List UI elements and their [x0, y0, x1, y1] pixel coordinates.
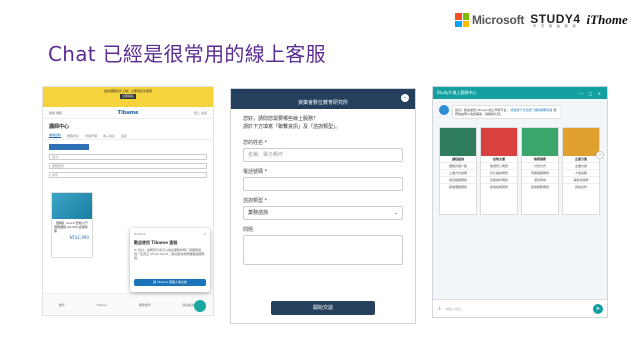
- partner-logos: Microsoft STUDY4 學 習 網 絡 服 務 iThome: [455, 10, 628, 30]
- slide-title: Chat 已經是很常用的線上客服: [48, 42, 326, 66]
- prechat-form-window: 資策會數位教育研究所 – 您好，請問您需要哪些線上服務？ 請於下方填寫「聯繫資訊…: [230, 88, 416, 324]
- search-field[interactable]: 搜尋: [49, 154, 207, 160]
- chat-popup-header: iThome ✕: [134, 232, 206, 236]
- phone-label: 電話號碼 *: [243, 169, 268, 175]
- tab[interactable]: 講師資料: [49, 133, 62, 138]
- service-card[interactable]: 帳務服務 付款方式 發票相關問題 退款申請 其他帳務問題: [521, 127, 559, 215]
- site-footer: 關於 Tibame 服務條款 隱私權政策: [43, 293, 213, 315]
- bot-message: 您好！歡迎來到 Study4 線上學習平台， 請選擇下方您想了解的服務項目 我們…: [433, 99, 607, 119]
- carousel-next-icon[interactable]: ›: [596, 151, 604, 159]
- ithome-logo: iThome: [586, 12, 628, 27]
- prechat-intro: 您好，請問您需要哪些線上服務？ 請於下方填寫「聯繫資訊」及「諮詢類型」。: [243, 116, 341, 130]
- microsoft-grid-icon: [455, 13, 469, 27]
- course-price: NT$1,990: [69, 235, 89, 240]
- service-option[interactable]: 退款申請: [522, 176, 558, 183]
- service-option[interactable]: 其他帳務問題: [522, 183, 558, 190]
- chat-app-titlebar: Study4 線上客服中心 — □ ✕: [433, 87, 607, 99]
- message-link[interactable]: 請選擇下方您想了解的服務項目: [510, 108, 552, 112]
- service-option[interactable]: 發票相關問題: [522, 169, 558, 176]
- chat-launcher-icon[interactable]: [194, 300, 206, 312]
- promo-banner: 最新課程同步上線！立即報名享優惠 立即報名: [43, 87, 213, 107]
- course-title: 【課程】Azure 雲端入門實戰課程 AZ-900 認證準備: [54, 221, 88, 233]
- message-input[interactable]: 請輸入訊息...: [446, 304, 589, 314]
- service-card-image: [481, 128, 517, 156]
- start-chat-button[interactable]: 與 Tibame 客服人員交談: [134, 279, 206, 286]
- service-card-image: [522, 128, 558, 156]
- service-option[interactable]: 上課方式說明: [440, 169, 476, 176]
- chat-popup: iThome ✕ 歡迎使用 Tibame 客服 Hi 您好，請問有什麼可以為您服…: [130, 228, 210, 292]
- tab[interactable]: 收入報表: [103, 134, 115, 138]
- close-icon[interactable]: ✕: [203, 232, 206, 236]
- service-card[interactable]: 技術支援 帳號登入問題 影片播放問題 系統操作問題 其他技術問題: [480, 127, 518, 215]
- start-chat-submit-button[interactable]: 開始交談: [271, 301, 375, 315]
- service-option[interactable]: 帳號登入問題: [481, 162, 517, 169]
- microsoft-wordmark: Microsoft: [472, 13, 525, 27]
- banner-button[interactable]: 立即報名: [119, 94, 136, 99]
- service-cards: 課程諮詢 課程內容介紹 上課方式說明 報名相關問題 其他課程問題 技術支援 帳號登入問題 影片…: [433, 119, 607, 215]
- service-option[interactable]: 課程內容介紹: [440, 162, 476, 169]
- tab[interactable]: 課程列表: [67, 134, 79, 138]
- type-select[interactable]: 業務諮詢 ⌄: [243, 206, 403, 220]
- chat-popup-message: Hi 您好，請問有什麼可以為您服務的嗎？客服時間：週一至週五 09:00-18:…: [134, 248, 205, 260]
- tab[interactable]: 學員管理: [85, 134, 97, 138]
- prechat-title: 資策會數位教育研究所: [297, 100, 348, 106]
- name-input[interactable]: 名稱、電子郵件: [243, 148, 403, 162]
- course-thumbnail: [52, 193, 92, 219]
- category-field[interactable]: 課程類別: [49, 163, 207, 169]
- sort-field[interactable]: 排序: [49, 172, 207, 178]
- service-option[interactable]: 系統操作問題: [481, 176, 517, 183]
- chat-brand: iThome: [134, 232, 146, 236]
- service-card[interactable]: 企業方案 企業內訓 大量採購 客製化服務 其他合作: [562, 127, 600, 215]
- prechat-header: 資策會數位教育研究所 –: [231, 89, 415, 109]
- service-card-image: [563, 128, 599, 156]
- service-option[interactable]: 其他合作: [563, 183, 599, 190]
- minimize-icon[interactable]: –: [401, 94, 409, 102]
- bot-avatar: [439, 105, 449, 115]
- service-option[interactable]: 大量採購: [563, 169, 599, 176]
- prechat-body: 您好，請問您需要哪些線上服務？ 請於下方填寫「聯繫資訊」及「諮詢類型」。 您的姓…: [231, 109, 415, 271]
- send-icon[interactable]: ➤: [593, 303, 603, 314]
- study4-logo: STUDY4 學 習 網 絡 服 務: [530, 11, 581, 28]
- service-option[interactable]: 報名相關問題: [440, 176, 476, 183]
- attach-icon[interactable]: ＋: [437, 305, 442, 312]
- site-nav: 講師 課程 Tibame 登入 註冊: [43, 107, 213, 119]
- action-button[interactable]: [49, 144, 89, 150]
- message-bubble: 您好！歡迎來到 Study4 線上學習平台， 請選擇下方您想了解的服務項目 我們…: [452, 105, 562, 119]
- page-heading: 講師中心: [49, 124, 70, 130]
- chat-input-bar: ＋ 請輸入訊息... ➤: [433, 299, 607, 317]
- chat-app-title: Study4 線上客服中心: [437, 90, 477, 95]
- note-textarea[interactable]: [243, 235, 403, 265]
- phone-input[interactable]: [243, 177, 403, 191]
- service-option[interactable]: 付款方式: [522, 162, 558, 169]
- service-card[interactable]: 課程諮詢 課程內容介紹 上課方式說明 報名相關問題 其他課程問題: [439, 127, 477, 215]
- microsoft-logo: Microsoft: [455, 13, 524, 27]
- service-option[interactable]: 其他技術問題: [481, 183, 517, 190]
- page-tabs: 講師資料 課程列表 學員管理 收入報表 設定: [43, 132, 213, 140]
- service-option[interactable]: 企業內訓: [563, 162, 599, 169]
- chevron-down-icon: ⌄: [393, 210, 398, 216]
- type-label: 諮詢類型 *: [243, 198, 268, 204]
- site-logo[interactable]: Tibame: [118, 110, 139, 116]
- service-option[interactable]: 其他課程問題: [440, 183, 476, 190]
- chat-popup-title: 歡迎使用 Tibame 客服: [134, 240, 178, 245]
- name-label: 您的姓名 *: [243, 140, 268, 146]
- service-option[interactable]: 影片播放問題: [481, 169, 517, 176]
- filter-form: 搜尋 課程類別 排序: [43, 140, 213, 185]
- course-card[interactable]: 【課程】Azure 雲端入門實戰課程 AZ-900 認證準備 NT$1,990: [51, 192, 93, 258]
- tab[interactable]: 設定: [121, 134, 127, 138]
- window-controls[interactable]: — □ ✕: [579, 91, 603, 96]
- service-card-image: [440, 128, 476, 156]
- service-option[interactable]: 客製化服務: [563, 176, 599, 183]
- note-label: 問題: [243, 227, 254, 233]
- chat-app-window: Study4 線上客服中心 — □ ✕ 您好！歡迎來到 Study4 線上學習平…: [432, 86, 608, 318]
